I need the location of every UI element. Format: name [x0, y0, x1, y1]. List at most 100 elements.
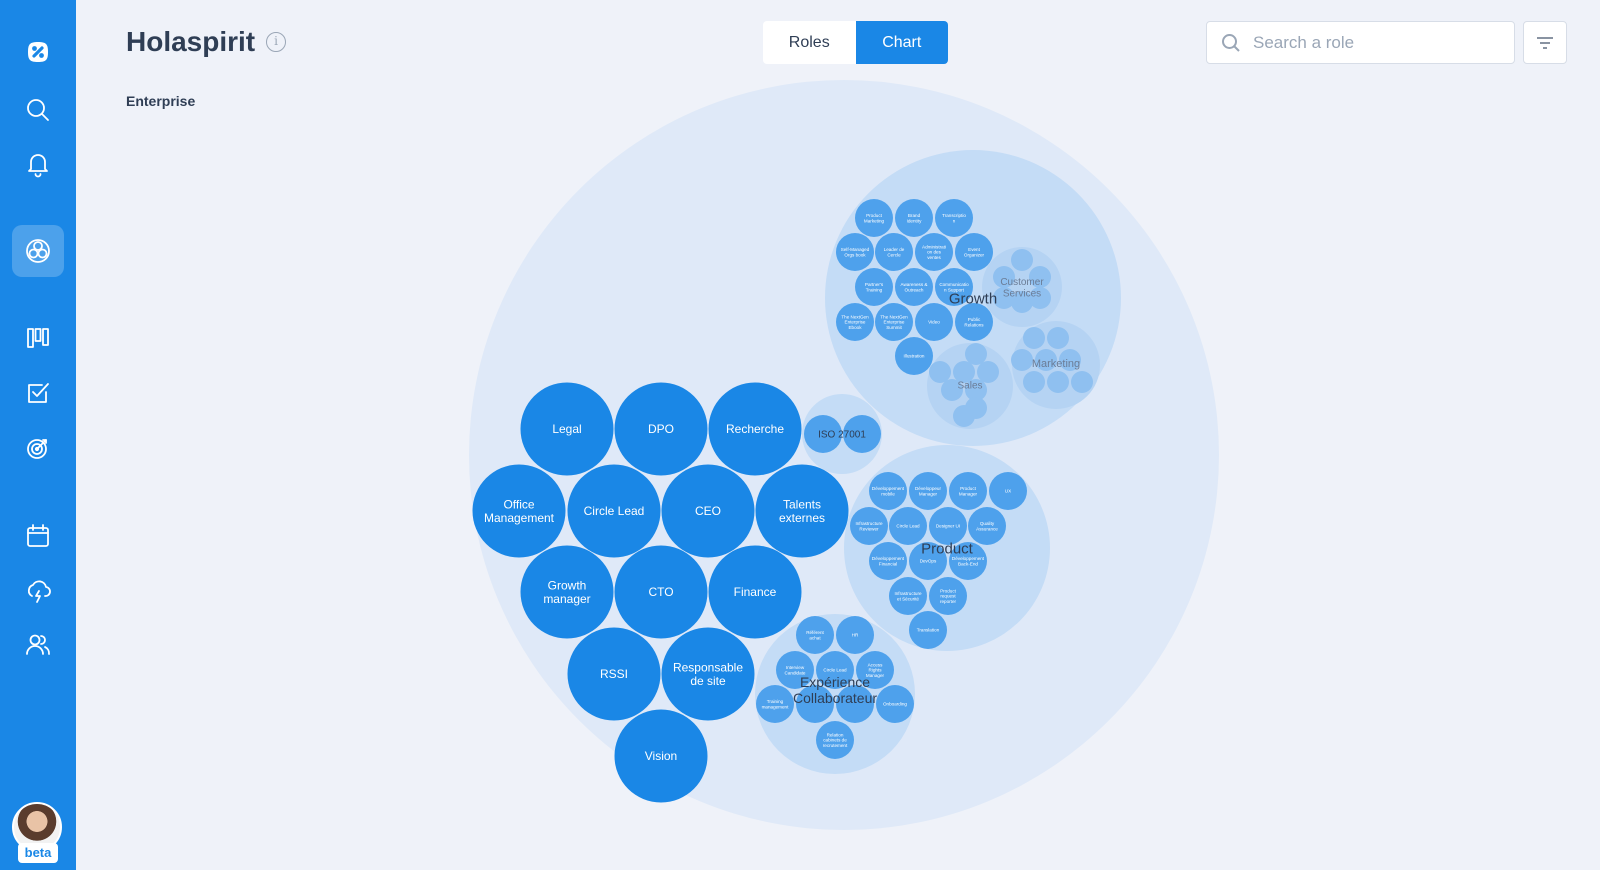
product-role-circle[interactable] [949, 542, 987, 580]
search-input[interactable] [1253, 32, 1493, 53]
growth-circle[interactable] [825, 150, 1121, 446]
sales-role[interactable] [953, 361, 975, 383]
role-circle[interactable] [614, 545, 708, 639]
role-circle[interactable] [661, 627, 755, 721]
role-circle[interactable] [708, 545, 802, 639]
sales-role[interactable] [953, 405, 975, 427]
role-circle[interactable] [472, 464, 566, 558]
growth-role-circle[interactable] [915, 303, 953, 341]
iso-role-circle[interactable] [804, 415, 842, 453]
product-role-circle[interactable] [949, 472, 987, 510]
experience-role-circle[interactable] [876, 685, 914, 723]
role-circle[interactable] [755, 464, 849, 558]
marketing-role[interactable] [1059, 349, 1081, 371]
role-circle[interactable] [567, 627, 661, 721]
growth-role-circle[interactable] [836, 303, 874, 341]
organization-icon[interactable] [12, 225, 64, 277]
product-role-circle[interactable] [889, 507, 927, 545]
growth-role-circle[interactable] [915, 233, 953, 271]
customer-services-role[interactable] [1011, 249, 1033, 271]
info-icon[interactable]: i [266, 32, 286, 52]
marketing-role[interactable] [1011, 349, 1033, 371]
product-role-circle[interactable] [989, 472, 1027, 510]
role-circle[interactable] [567, 464, 661, 558]
experience-role-circle[interactable] [836, 616, 874, 654]
board-icon[interactable] [12, 312, 64, 364]
customer-services-role[interactable] [1029, 287, 1051, 309]
marketing-circle[interactable] [1012, 321, 1100, 409]
customer-services-role[interactable] [993, 266, 1015, 288]
marketing-role[interactable] [1035, 349, 1057, 371]
product-role-circle[interactable] [869, 542, 907, 580]
marketing-role[interactable] [1023, 327, 1045, 349]
breadcrumb[interactable]: Enterprise [126, 93, 195, 109]
checklist-icon[interactable] [12, 367, 64, 419]
logo-icon[interactable] [12, 26, 64, 78]
filter-button[interactable] [1523, 21, 1567, 64]
experience-role-circle[interactable] [816, 651, 854, 689]
experience-role-circle[interactable] [856, 651, 894, 689]
experience-role-circle[interactable] [816, 721, 854, 759]
sales-circle[interactable] [927, 343, 1013, 429]
calendar-icon[interactable] [12, 510, 64, 562]
role-circle[interactable] [661, 464, 755, 558]
role-circle[interactable] [614, 709, 708, 803]
customer-services-role[interactable] [1029, 266, 1051, 288]
growth-role-circle[interactable] [895, 337, 933, 375]
product-role-circle[interactable] [929, 507, 967, 545]
product-role-circle[interactable] [909, 472, 947, 510]
marketing-role[interactable] [1047, 371, 1069, 393]
growth-role-circle[interactable] [875, 233, 913, 271]
growth-role-circle[interactable] [935, 199, 973, 237]
sales-role[interactable] [965, 343, 987, 365]
product-role-circle[interactable] [850, 507, 888, 545]
product-role-circle[interactable] [909, 611, 947, 649]
product-circle[interactable] [844, 445, 1050, 651]
meeting-icon[interactable] [12, 565, 64, 617]
product-role-circle[interactable] [869, 472, 907, 510]
people-icon[interactable] [12, 618, 64, 670]
enterprise-circle[interactable] [469, 80, 1219, 830]
bell-icon[interactable] [12, 138, 64, 190]
experience-role-circle[interactable] [756, 685, 794, 723]
growth-role-circle[interactable] [955, 233, 993, 271]
role-circle[interactable] [520, 382, 614, 476]
experience-role-circle[interactable] [796, 616, 834, 654]
chart-tab[interactable]: Chart [855, 21, 948, 64]
sales-role[interactable] [929, 361, 951, 383]
growth-role-circle[interactable] [836, 233, 874, 271]
growth-role-circle[interactable] [955, 303, 993, 341]
marketing-role[interactable] [1071, 371, 1093, 393]
product-role-circle[interactable] [889, 577, 927, 615]
sales-role[interactable] [941, 379, 963, 401]
role-circle[interactable] [614, 382, 708, 476]
growth-role-circle[interactable] [895, 268, 933, 306]
customer-services-role[interactable] [993, 287, 1015, 309]
experience-role-circle[interactable] [796, 685, 834, 723]
product-role-circle[interactable] [968, 507, 1006, 545]
sales-role[interactable] [965, 379, 987, 401]
growth-role-circle[interactable] [935, 268, 973, 306]
product-role-circle[interactable] [909, 542, 947, 580]
iso-circle[interactable] [802, 394, 882, 474]
iso-role-circle[interactable] [843, 415, 881, 453]
experience-circle[interactable] [755, 614, 915, 774]
customer-services-role[interactable] [1011, 291, 1033, 313]
experience-role-circle[interactable] [836, 685, 874, 723]
marketing-role[interactable] [1023, 371, 1045, 393]
roles-tab[interactable]: Roles [763, 21, 856, 64]
role-circle[interactable] [520, 545, 614, 639]
product-role-circle[interactable] [929, 577, 967, 615]
growth-role-circle[interactable] [895, 199, 933, 237]
experience-role-circle[interactable] [776, 651, 814, 689]
marketing-role[interactable] [1047, 327, 1069, 349]
search-icon[interactable] [12, 84, 64, 136]
target-icon[interactable] [12, 422, 64, 474]
growth-role-circle[interactable] [855, 268, 893, 306]
growth-role-circle[interactable] [855, 199, 893, 237]
customer-services-circle[interactable] [982, 247, 1062, 327]
sales-role[interactable] [977, 361, 999, 383]
role-circle[interactable] [708, 382, 802, 476]
sales-role[interactable] [965, 397, 987, 419]
growth-role-circle[interactable] [875, 303, 913, 341]
